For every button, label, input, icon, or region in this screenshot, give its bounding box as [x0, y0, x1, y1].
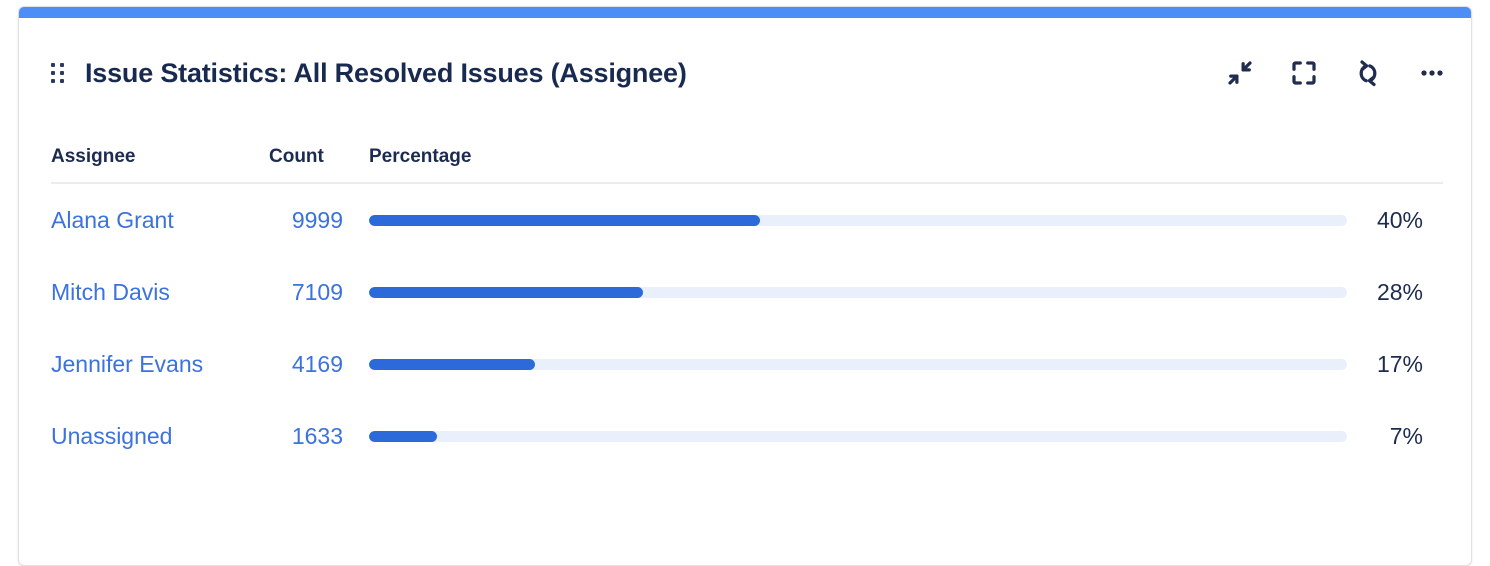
fullscreen-button[interactable] [1287, 56, 1321, 90]
table-row: Unassigned 1633 7% [51, 400, 1443, 472]
table-header-row: Assignee Count Percentage [51, 128, 1443, 172]
percentage-bar-fill [369, 358, 536, 370]
collapse-button[interactable] [1223, 56, 1257, 90]
count-link[interactable]: 7109 [292, 279, 343, 305]
percentage-bar-track [369, 286, 1347, 298]
assignee-cell: Unassigned [51, 423, 269, 450]
percentage-bar-fill [369, 214, 761, 226]
more-options-button[interactable] [1415, 56, 1449, 90]
table-row: Mitch Davis 7109 28% [51, 256, 1443, 328]
percentage-value: 7% [1389, 422, 1423, 449]
gadget-header: Issue Statistics: All Resolved Issues (A… [19, 18, 1471, 128]
ellipsis-horizontal-icon [1417, 58, 1447, 88]
table-row: Alana Grant 9999 40% [51, 184, 1443, 256]
percentage-bar-cell [369, 214, 1347, 226]
percentage-cell: 7% [1347, 423, 1443, 450]
percentage-cell: 40% [1347, 207, 1443, 234]
percentage-bar-track [369, 214, 1347, 226]
table-row: Jennifer Evans 4169 17% [51, 328, 1443, 400]
percentage-value: 40% [1376, 206, 1423, 233]
gadget-title: Issue Statistics: All Resolved Issues (A… [85, 57, 687, 88]
percentage-cell: 17% [1347, 351, 1443, 378]
assignee-link[interactable]: Jennifer Evans [51, 351, 203, 377]
assignee-cell: Mitch Davis [51, 279, 269, 306]
percentage-bar-fill [369, 430, 438, 442]
column-header-assignee: Assignee [51, 146, 136, 167]
percentage-bar-cell [369, 358, 1347, 370]
count-link[interactable]: 9999 [292, 207, 343, 233]
percentage-bar-fill [369, 286, 643, 298]
issue-statistics-table: Assignee Count Percentage Alana Grant 999… [19, 128, 1471, 472]
percentage-value: 28% [1376, 278, 1423, 305]
drag-handle-icon[interactable] [51, 62, 65, 84]
assignee-cell: Jennifer Evans [51, 351, 269, 378]
collapse-arrows-icon [1225, 58, 1255, 88]
count-link[interactable]: 4169 [292, 351, 343, 377]
percentage-bar-cell [369, 430, 1347, 442]
percentage-cell: 28% [1347, 279, 1443, 306]
count-cell: 7109 [269, 279, 369, 306]
refresh-icon [1353, 58, 1383, 88]
assignee-link[interactable]: Unassigned [51, 423, 172, 449]
refresh-button[interactable] [1351, 56, 1385, 90]
percentage-bar-track [369, 358, 1347, 370]
percentage-bar-cell [369, 286, 1347, 298]
issue-statistics-gadget: Issue Statistics: All Resolved Issues (A… [18, 6, 1472, 566]
count-cell: 4169 [269, 351, 369, 378]
assignee-link[interactable]: Mitch Davis [51, 279, 170, 305]
assignee-link[interactable]: Alana Grant [51, 207, 174, 233]
percentage-value: 17% [1376, 350, 1423, 377]
count-cell: 9999 [269, 207, 369, 234]
gadget-header-actions [1223, 56, 1449, 90]
fullscreen-brackets-icon [1289, 58, 1319, 88]
count-link[interactable]: 1633 [292, 423, 343, 449]
column-header-percentage: Percentage [369, 146, 472, 167]
gadget-accent-bar [19, 7, 1471, 18]
column-header-count: Count [269, 146, 324, 167]
count-cell: 1633 [269, 423, 369, 450]
table-body: Alana Grant 9999 40% Mitch Davis 7109 28% Jenn… [51, 184, 1443, 472]
percentage-bar-track [369, 430, 1347, 442]
assignee-cell: Alana Grant [51, 207, 269, 234]
